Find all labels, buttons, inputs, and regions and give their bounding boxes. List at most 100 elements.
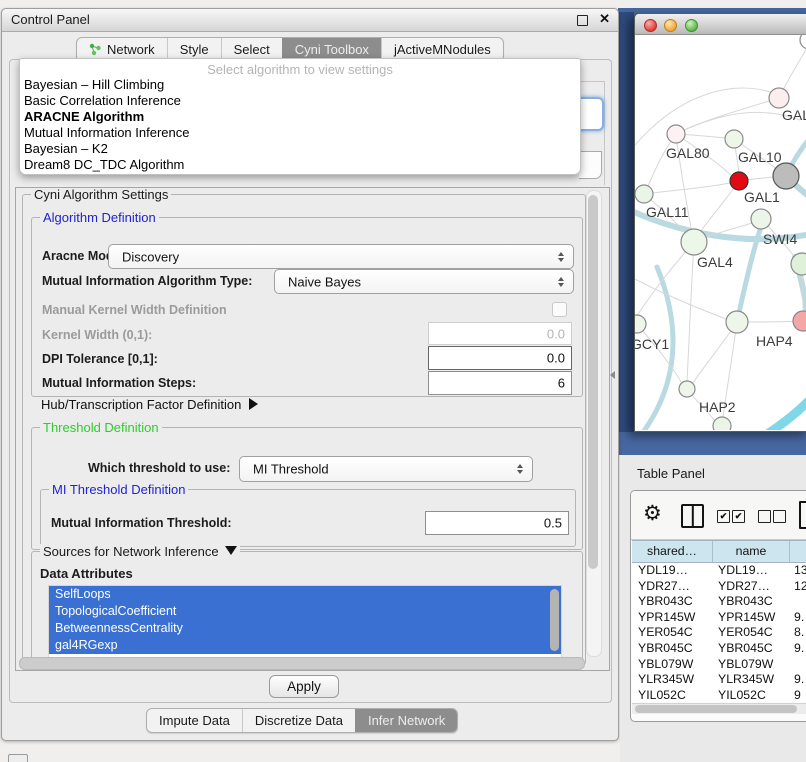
table-cell[interactable]: YBR045C xyxy=(632,641,712,657)
network-edge[interactable] xyxy=(700,181,739,232)
settings-horizontal-scrollbar[interactable] xyxy=(19,657,583,668)
column-header-name[interactable]: name xyxy=(713,541,790,562)
attribute-item[interactable]: TopologicalCoefficient xyxy=(49,603,561,620)
hide-columns-icon[interactable] xyxy=(773,510,786,523)
network-edge[interactable] xyxy=(737,230,760,322)
network-node[interactable] xyxy=(679,381,695,397)
scrollbar-thumb[interactable] xyxy=(19,657,585,670)
show-columns-icon[interactable]: ✔ xyxy=(717,510,730,523)
zoom-traffic-light-icon[interactable] xyxy=(685,19,698,32)
network-edge[interactable] xyxy=(684,98,779,130)
table-row[interactable]: YBR045CYBR045C9. xyxy=(632,641,806,657)
column-view-icon[interactable] xyxy=(681,504,704,528)
manual-kernel-checkbox[interactable] xyxy=(552,302,567,317)
sources-group-title[interactable]: Sources for Network Inference xyxy=(40,544,240,559)
table-cell[interactable]: YLR345W xyxy=(712,672,788,688)
network-canvas[interactable]: GALGAL80GAL10GAL1GAL11SWI4GAL4GCY1HAP4YH… xyxy=(635,35,806,430)
data-attributes-list[interactable]: SelfLoops TopologicalCoefficient Between… xyxy=(48,585,562,658)
algorithm-combobox-edge[interactable] xyxy=(579,97,604,131)
scrollbar-thumb[interactable] xyxy=(635,705,797,713)
algorithm-option[interactable]: Bayesian – K2 xyxy=(20,141,580,157)
close-traffic-light-icon[interactable] xyxy=(644,19,657,32)
network-combobox-edge[interactable] xyxy=(579,151,602,179)
mi-threshold-field[interactable]: 0.5 xyxy=(425,511,569,535)
network-node[interactable] xyxy=(681,229,707,255)
network-edge[interactable] xyxy=(653,181,739,193)
algorithm-option[interactable]: Dream8 DC_TDC Algorithm xyxy=(20,157,580,173)
table-cell[interactable]: YIL052C xyxy=(632,688,712,704)
column-header-partial[interactable] xyxy=(790,541,806,562)
table-row[interactable]: YBR043CYBR043C xyxy=(632,594,806,610)
table-cell[interactable]: 9. xyxy=(788,641,806,657)
tab-infer-network[interactable]: Infer Network xyxy=(355,709,457,732)
hub-definition-expander[interactable]: Hub/Transcription Factor Definition xyxy=(41,397,258,412)
network-node[interactable] xyxy=(773,163,799,189)
network-edge[interactable] xyxy=(635,275,726,319)
algorithm-option[interactable]: Mutual Information Inference xyxy=(20,125,580,141)
network-node[interactable] xyxy=(713,417,731,430)
network-node[interactable] xyxy=(725,130,743,148)
table-cell[interactable]: YER054C xyxy=(632,625,712,641)
table-cell[interactable]: YLR345W xyxy=(632,672,712,688)
apply-button[interactable]: Apply xyxy=(269,675,339,698)
network-edge[interactable] xyxy=(637,242,694,316)
tab-discretize-data[interactable]: Discretize Data xyxy=(242,709,355,732)
attribute-item[interactable]: BetweennessCentrality xyxy=(49,620,561,637)
network-view-window[interactable]: GALGAL80GAL10GAL1GAL11SWI4GAL4GCY1HAP4YH… xyxy=(634,13,806,432)
attribute-item[interactable]: gal4RGexp xyxy=(49,637,561,654)
network-node[interactable] xyxy=(726,311,748,333)
show-columns-icon[interactable]: ✔ xyxy=(732,510,745,523)
network-node[interactable] xyxy=(769,88,789,108)
table-row[interactable]: YIL052CYIL052C9 xyxy=(632,688,806,704)
table-horizontal-scrollbar[interactable] xyxy=(632,703,806,714)
table-cell[interactable]: YDL19… xyxy=(712,563,788,579)
splitter-collapse-icon[interactable] xyxy=(610,371,615,379)
table-cell[interactable]: 8. xyxy=(788,625,806,641)
network-node[interactable] xyxy=(751,209,771,229)
table-row[interactable]: YDL19…YDL19…13 xyxy=(632,563,806,579)
table-cell[interactable]: YBL079W xyxy=(712,657,788,673)
minimize-traffic-light-icon[interactable] xyxy=(664,19,677,32)
attribute-item[interactable]: SelfLoops xyxy=(49,586,561,603)
table-row[interactable]: YDR27…YDR27…12 xyxy=(632,579,806,595)
algorithm-option[interactable]: Basic Correlation Inference xyxy=(20,93,580,109)
network-edge[interactable] xyxy=(687,242,694,381)
algorithm-option-selected[interactable]: ARACNE Algorithm xyxy=(20,109,580,125)
aracne-mode-combobox[interactable]: Discovery xyxy=(108,244,574,269)
kernel-width-field[interactable]: 0.0 xyxy=(428,322,572,345)
table-cell[interactable]: YDR27… xyxy=(712,579,788,595)
table-cell[interactable]: YBL079W xyxy=(632,657,712,673)
hide-columns-icon[interactable] xyxy=(758,510,771,523)
table-cell[interactable]: 9 xyxy=(788,688,806,704)
algorithm-option[interactable]: Bayesian – Hill Climbing xyxy=(20,77,580,93)
attribute-list-scrollbar[interactable] xyxy=(550,589,559,651)
scrollbar-thumb[interactable] xyxy=(588,195,598,569)
table-cell[interactable]: 12 xyxy=(788,579,806,595)
network-node[interactable] xyxy=(635,185,653,203)
which-threshold-combobox[interactable]: MI Threshold xyxy=(239,456,533,482)
network-node[interactable] xyxy=(635,315,646,333)
gear-icon[interactable]: ⚙ xyxy=(643,501,662,527)
table-cell[interactable]: YPR145W xyxy=(632,610,712,626)
table-cell[interactable]: YPR145W xyxy=(712,610,788,626)
column-header-shared-name[interactable]: shared… xyxy=(632,541,713,562)
table-row[interactable]: YER054CYER054C8. xyxy=(632,625,806,641)
close-icon[interactable]: ✕ xyxy=(599,11,610,27)
table-row[interactable]: YBL079WYBL079W xyxy=(632,657,806,673)
minimized-window-icon[interactable] xyxy=(8,754,28,762)
network-node[interactable] xyxy=(800,35,806,49)
network-node[interactable] xyxy=(793,311,806,331)
table-cell[interactable]: 9. xyxy=(788,672,806,688)
table-cell[interactable] xyxy=(788,657,806,673)
dpi-tolerance-field[interactable]: 0.0 xyxy=(428,346,572,370)
network-node[interactable] xyxy=(667,125,685,143)
table-cell[interactable]: YBR045C xyxy=(712,641,788,657)
mi-steps-field[interactable]: 6 xyxy=(428,371,572,395)
tab-impute-data[interactable]: Impute Data xyxy=(147,709,242,732)
mi-type-combobox[interactable]: Naive Bayes xyxy=(274,269,574,294)
network-window-titlebar[interactable] xyxy=(635,14,806,35)
table-cell[interactable]: YBR043C xyxy=(632,594,712,610)
table-cell[interactable]: YIL052C xyxy=(712,688,788,704)
control-panel-titlebar[interactable]: Control Panel ✕ xyxy=(2,9,618,32)
network-node[interactable] xyxy=(730,172,748,190)
